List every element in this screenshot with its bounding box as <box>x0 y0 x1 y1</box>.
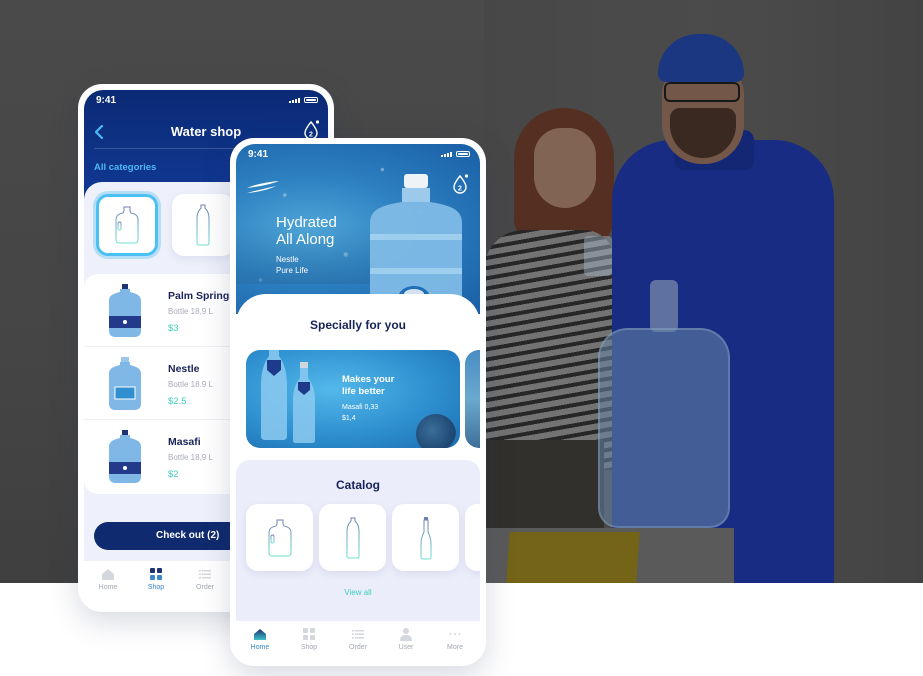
nav-label: More <box>447 644 463 651</box>
hero-title-line: Hydrated <box>276 214 337 231</box>
grid-icon <box>303 628 315 640</box>
product-name: Masafi <box>168 436 201 448</box>
glass-bottle-icon <box>420 516 431 559</box>
plastic-bottle-icon <box>196 204 210 246</box>
category-tile-bottle[interactable] <box>172 194 234 256</box>
catalog-item-jug[interactable] <box>246 504 313 571</box>
category-tile-jug[interactable] <box>96 194 158 256</box>
nav-home[interactable]: Home <box>88 567 128 591</box>
nav-label: Home <box>98 584 118 591</box>
list-icon <box>352 630 364 639</box>
water-jug-image <box>370 174 462 314</box>
nav-more[interactable]: More <box>435 627 475 651</box>
user-icon <box>400 628 412 641</box>
promo-title-line: Makes your <box>342 374 395 385</box>
hero-title-line: All Along <box>276 231 335 248</box>
hero-subtitle-line: Pure Life <box>276 266 309 275</box>
nav-label: User <box>398 644 414 651</box>
nav-label: Order <box>349 644 367 651</box>
product-price: $2 <box>168 469 179 480</box>
water-jug-icon <box>115 206 139 244</box>
product-price: $3 <box>168 323 179 334</box>
product-price: $2.5 <box>168 396 187 407</box>
hero-title: Hydrated All Along <box>276 214 337 248</box>
status-bar: 9:41 <box>236 144 480 166</box>
product-name: Palm Springs <box>168 290 236 302</box>
nav-label: Order <box>196 584 214 591</box>
phone-home: 9:41 2 Hydrated All Along Nestle Pure Li… <box>230 138 486 666</box>
list-icon <box>199 570 211 579</box>
signal-icon <box>441 152 452 157</box>
nav-label: Shop <box>147 584 165 591</box>
hero-subtitle-line: Nestle <box>276 255 299 264</box>
all-categories-link[interactable]: All categories <box>94 162 156 173</box>
nav-shop[interactable]: Shop <box>136 567 176 591</box>
bottom-nav: Home Shop Order <box>236 620 480 660</box>
page-title: Water shop <box>170 124 242 139</box>
catalog-section: Catalog View all <box>236 460 480 620</box>
product-image <box>109 430 141 483</box>
product-volume: Bottle 18,9 L <box>168 307 213 316</box>
view-all-link[interactable]: View all <box>236 588 480 597</box>
product-name: Nestle <box>168 363 200 375</box>
hero-banner[interactable]: 9:41 2 Hydrated All Along Nestle Pure Li… <box>236 144 480 314</box>
home-icon <box>102 569 114 580</box>
product-volume: Bottle 18.9 L <box>168 380 213 389</box>
promo-card-next[interactable] <box>465 350 480 448</box>
wave-logo-icon <box>247 181 279 193</box>
battery-icon <box>456 151 470 157</box>
product-image <box>109 357 141 410</box>
delivery-people-photo <box>484 0 923 583</box>
nav-user[interactable]: User <box>386 627 426 651</box>
promo-product: Masafi 0,33 <box>342 404 379 411</box>
catalog-item-next[interactable] <box>465 504 480 571</box>
glass-bottle-image <box>261 350 287 440</box>
nav-home[interactable]: Home <box>240 627 280 651</box>
grid-icon <box>150 568 162 580</box>
home-icon <box>254 629 266 640</box>
catalog-item-bottle[interactable] <box>319 504 386 571</box>
status-bar: 9:41 <box>84 90 328 112</box>
status-time: 9:41 <box>96 95 117 106</box>
nav-label: Shop <box>300 644 318 651</box>
nav-label: Home <box>250 644 270 651</box>
section-title-special: Specially for you <box>309 318 407 332</box>
product-volume: Bottle 18,9 L <box>168 453 213 462</box>
promo-card[interactable]: Makes your life better Masafi 0,33 $1,4 <box>246 350 460 448</box>
landing-hero: 9:41 Water shop 2 All categories Palm Sp… <box>0 0 923 676</box>
water-jug-icon <box>268 519 291 556</box>
promo-title-line: life better <box>342 386 385 397</box>
nav-order[interactable]: Order <box>338 627 378 651</box>
product-image <box>109 284 141 337</box>
promo-price: $1,4 <box>342 415 356 422</box>
more-dots-icon <box>449 633 461 635</box>
section-title-catalog: Catalog <box>335 478 380 492</box>
nav-order[interactable]: Order <box>185 567 225 591</box>
plastic-bottle-icon <box>346 517 359 558</box>
glass-bottle-image <box>293 362 315 443</box>
catalog-item-glass-bottle[interactable] <box>392 504 459 571</box>
signal-icon <box>289 98 300 103</box>
hero-subtitle: Nestle Pure Life <box>276 254 308 276</box>
promo-details: Masafi 0,33 $1,4 <box>342 402 378 424</box>
promo-title: Makes your life better <box>342 374 394 398</box>
battery-icon <box>304 97 318 103</box>
status-time: 9:41 <box>248 149 269 160</box>
nav-shop[interactable]: Shop <box>289 627 329 651</box>
